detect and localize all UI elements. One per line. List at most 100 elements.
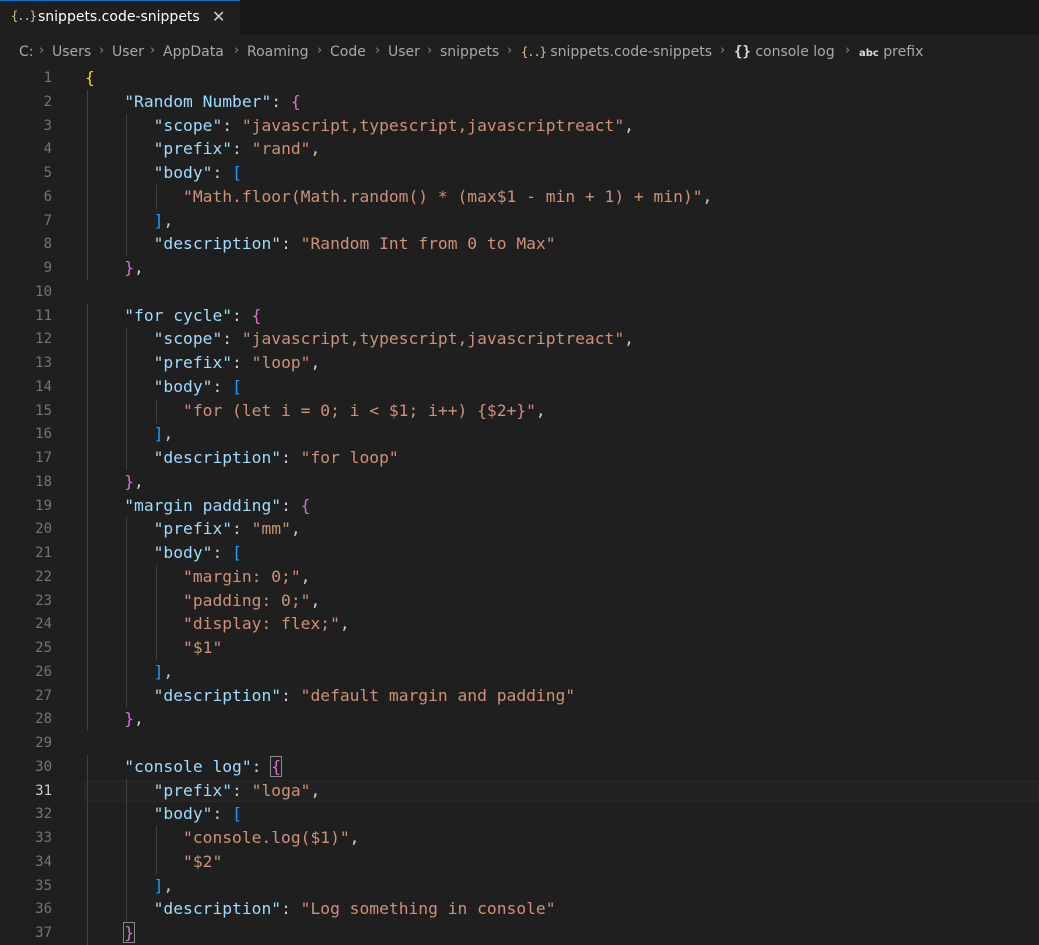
- punctuation: :: [251, 756, 272, 776]
- code-line[interactable]: 26 ],: [0, 659, 1039, 684]
- code-text: },: [85, 470, 144, 494]
- punctuation: :: [232, 139, 252, 159]
- line-number: 27: [35, 687, 52, 704]
- code-line[interactable]: 5 "body": [: [0, 161, 1039, 185]
- code-line[interactable]: 13 "prefix": "loop",: [0, 351, 1039, 375]
- punctuation: :: [281, 495, 301, 515]
- code-line[interactable]: 4 "prefix": "rand",: [0, 137, 1039, 162]
- code-line[interactable]: 27 "description": "default margin and pa…: [0, 683, 1039, 708]
- punctuation: ,: [134, 258, 144, 277]
- code-line[interactable]: 6 "Math.floor(Math.random() * (max$1 - m…: [0, 184, 1039, 209]
- breadcrumb-item-user-2[interactable]: User: [388, 44, 420, 60]
- code-line[interactable]: 21 "body": [: [0, 541, 1039, 565]
- code-text: "prefix": "loop",: [85, 351, 321, 375]
- line-number: 28: [35, 711, 52, 728]
- breadcrumb-item-prefix[interactable]: abc prefix: [859, 44, 923, 60]
- breadcrumb-item-user[interactable]: User: [112, 44, 144, 60]
- tab-snippets-file[interactable]: {..} snippets.code-snippets ✕: [0, 0, 240, 35]
- bracket: {: [251, 305, 262, 325]
- punctuation: [85, 662, 154, 681]
- line-number: 2: [43, 93, 52, 110]
- line-number: 30: [35, 758, 52, 775]
- code-line[interactable]: 37 }: [0, 921, 1039, 945]
- code-line[interactable]: 11 "for cycle": {: [0, 303, 1039, 328]
- line-number: 14: [35, 378, 52, 395]
- json-key: "body": [153, 543, 213, 562]
- code-line[interactable]: 14 "body": [: [0, 374, 1039, 399]
- code-line[interactable]: 25 "$1": [0, 636, 1039, 660]
- line-number: 26: [35, 663, 52, 680]
- breadcrumb-item-label: prefix: [883, 44, 924, 60]
- code-line[interactable]: 36 "description": "Log something in cons…: [0, 897, 1039, 922]
- bracket: }: [124, 709, 135, 729]
- code-line[interactable]: 2 "Random Number": {: [0, 89, 1039, 114]
- json-key: "description": [153, 899, 282, 919]
- json-string: "javascript,typescript,javascriptreact": [241, 115, 625, 135]
- punctuation: [85, 92, 124, 111]
- code-text: "for (let i = 0; i < $1; i++) {$2+}",: [85, 399, 546, 423]
- code-line[interactable]: 10: [0, 280, 1039, 304]
- line-number: 10: [35, 283, 52, 300]
- code-line[interactable]: 22 "margin: 0;",: [0, 564, 1039, 589]
- line-number: 21: [35, 545, 52, 561]
- code-line[interactable]: 8 "description": "Random Int from 0 to M…: [0, 232, 1039, 257]
- code-line[interactable]: 24 "display: flex;",: [0, 612, 1039, 637]
- json-key: "Random Number": [124, 91, 272, 111]
- code-text: "body": [: [85, 161, 242, 185]
- code-line[interactable]: 15 "for (let i = 0; i < $1; i++) {$2+}",: [0, 398, 1039, 423]
- breadcrumb: C: › Users › User › AppData › Roaming › …: [0, 42, 1039, 64]
- json-key: "scope": [153, 115, 223, 135]
- punctuation: ,: [310, 590, 321, 610]
- json-string: "Math.floor(Math.random() * (max$1 - min…: [183, 186, 703, 206]
- code-line[interactable]: 12 "scope": "javascript,typescript,javas…: [0, 327, 1039, 352]
- code-line[interactable]: 18 },: [0, 469, 1039, 494]
- punctuation: [85, 116, 154, 135]
- code-text: {: [85, 66, 95, 90]
- punctuation: [85, 543, 154, 562]
- code-line[interactable]: 29: [0, 731, 1039, 755]
- code-line[interactable]: 17 "description": "for loop": [0, 446, 1039, 470]
- chevron-right-icon: ›: [375, 43, 381, 58]
- chevron-right-icon: ›: [427, 43, 433, 58]
- json-string: "for loop": [300, 448, 399, 467]
- code-line[interactable]: 1{: [0, 66, 1039, 90]
- json-key: "body": [153, 376, 213, 396]
- code-text: "Random Number": {: [85, 90, 300, 114]
- line-number: 35: [35, 877, 52, 894]
- bracket: {: [85, 68, 95, 87]
- code-line[interactable]: 34 "$2": [0, 849, 1039, 874]
- breadcrumb-item-users[interactable]: Users: [52, 44, 91, 60]
- code-line[interactable]: 19 "margin padding": {: [0, 493, 1039, 518]
- code-line[interactable]: 33 "console.log($1)",: [0, 826, 1039, 850]
- code-line[interactable]: 16 ],: [0, 422, 1039, 447]
- chevron-right-icon: ›: [234, 43, 240, 58]
- code-line[interactable]: 32 "body": [: [0, 802, 1039, 827]
- line-number: 20: [35, 521, 52, 538]
- code-line[interactable]: 7 ],: [0, 208, 1039, 233]
- breadcrumb-item-drive[interactable]: C:: [19, 44, 34, 60]
- code-line[interactable]: 3 "scope": "javascript,typescript,javasc…: [0, 113, 1039, 138]
- code-line[interactable]: 30 "console log": {: [0, 754, 1039, 779]
- code-text: "prefix": "rand",: [85, 137, 321, 161]
- breadcrumb-item-roaming[interactable]: Roaming: [247, 44, 309, 60]
- code-line[interactable]: 20 "prefix": "mm",: [0, 517, 1039, 542]
- code-editor[interactable]: 1{2 "Random Number": {3 "scope": "javasc…: [0, 66, 1039, 945]
- code-line[interactable]: 9 },: [0, 256, 1039, 280]
- punctuation: ,: [624, 115, 634, 135]
- breadcrumb-item-appdata[interactable]: AppData: [163, 44, 224, 60]
- breadcrumb-item-console-log[interactable]: {} console log: [734, 44, 835, 60]
- close-icon[interactable]: ✕: [212, 7, 225, 26]
- bracket: [: [232, 804, 242, 824]
- punctuation: :: [232, 519, 252, 539]
- breadcrumb-item-code[interactable]: Code: [330, 44, 366, 60]
- breadcrumb-item-snippets[interactable]: snippets: [440, 44, 499, 60]
- json-key: "margin padding": [124, 495, 282, 515]
- breadcrumb-item-file[interactable]: {..} snippets.code-snippets: [521, 44, 712, 60]
- punctuation: ,: [163, 424, 174, 444]
- code-line[interactable]: 31 "prefix": "loga",: [0, 778, 1039, 803]
- tab-label: snippets.code-snippets: [38, 9, 200, 25]
- code-line[interactable]: 35 ],: [0, 873, 1039, 898]
- code-text: "prefix": "mm",: [85, 517, 301, 541]
- code-line[interactable]: 28 },: [0, 707, 1039, 732]
- code-line[interactable]: 23 "padding: 0;",: [0, 588, 1039, 613]
